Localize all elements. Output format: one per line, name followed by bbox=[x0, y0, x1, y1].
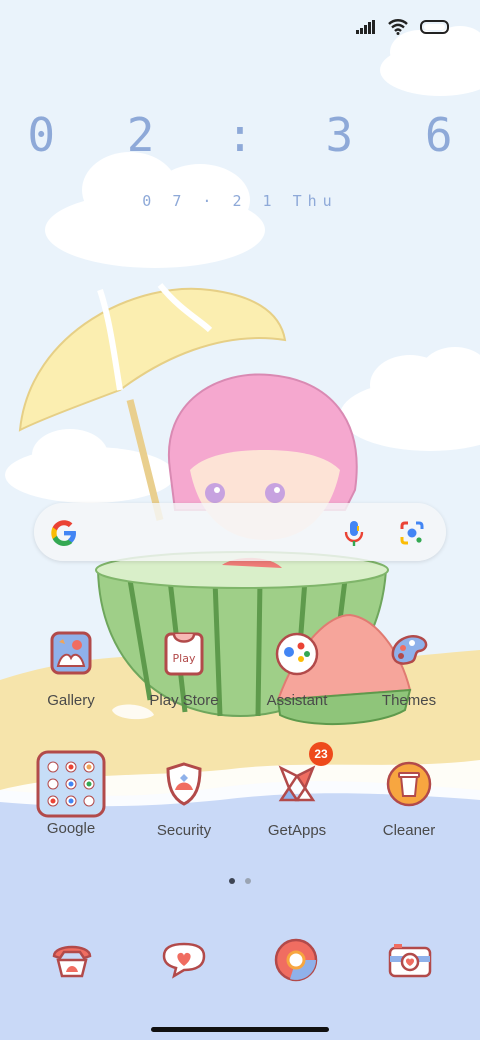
play-store-icon: Play bbox=[164, 632, 204, 676]
page-dot-active[interactable] bbox=[229, 878, 235, 884]
home-screen: 0 2 : 3 6 0 7 · 2 1 Thu Gallery Play Pla… bbox=[0, 0, 480, 1040]
google-logo-icon bbox=[51, 520, 76, 546]
app-label: Google bbox=[46, 820, 96, 837]
lockscreen-clock[interactable]: 0 2 : 3 6 bbox=[0, 108, 480, 162]
app-label: Play Store bbox=[149, 692, 219, 709]
home-indicator-bar[interactable] bbox=[151, 1027, 329, 1032]
app-security[interactable]: Security bbox=[129, 754, 239, 839]
assistant-icon bbox=[275, 632, 319, 676]
app-label: Security bbox=[156, 822, 212, 839]
cleaner-icon bbox=[386, 761, 432, 807]
app-themes[interactable]: Themes bbox=[354, 624, 464, 709]
dock-phone[interactable] bbox=[42, 930, 102, 990]
google-lens-icon[interactable] bbox=[398, 519, 426, 547]
security-shield-icon bbox=[166, 762, 202, 806]
app-label: Assistant bbox=[266, 692, 328, 709]
app-label: GetApps bbox=[267, 822, 327, 839]
play-icon-text: Play bbox=[173, 652, 196, 665]
dock-camera[interactable] bbox=[380, 930, 440, 990]
page-dot[interactable] bbox=[245, 878, 251, 884]
status-bar bbox=[356, 14, 450, 40]
battery-icon bbox=[420, 20, 449, 34]
app-assistant[interactable]: Assistant bbox=[242, 624, 352, 709]
app-label: Themes bbox=[381, 692, 437, 709]
google-folder-icon bbox=[36, 750, 106, 818]
app-label: Gallery bbox=[47, 692, 95, 709]
gallery-icon bbox=[50, 631, 92, 675]
date-label[interactable]: 0 7 · 2 1 Thu bbox=[0, 192, 480, 210]
palette-icon bbox=[391, 635, 428, 665]
page-indicator[interactable] bbox=[0, 878, 480, 884]
notification-badge: 23 bbox=[309, 742, 333, 766]
browser-icon bbox=[274, 938, 318, 982]
app-getapps[interactable]: 23 GetApps bbox=[242, 742, 352, 839]
wifi-icon bbox=[388, 19, 408, 35]
app-cleaner[interactable]: Cleaner bbox=[354, 754, 464, 839]
folder-google[interactable]: Google bbox=[16, 750, 126, 837]
google-search-bar[interactable] bbox=[34, 503, 446, 561]
app-gallery[interactable]: Gallery bbox=[16, 624, 126, 709]
app-label: Cleaner bbox=[382, 822, 436, 839]
dock-messages[interactable] bbox=[154, 930, 214, 990]
phone-icon bbox=[52, 945, 92, 978]
messages-icon bbox=[162, 942, 206, 979]
microphone-icon[interactable] bbox=[341, 519, 367, 547]
dock-browser[interactable] bbox=[266, 930, 326, 990]
signal-icon bbox=[356, 20, 375, 34]
app-play-store[interactable]: Play Play Store bbox=[129, 624, 239, 709]
camera-icon bbox=[388, 944, 432, 978]
